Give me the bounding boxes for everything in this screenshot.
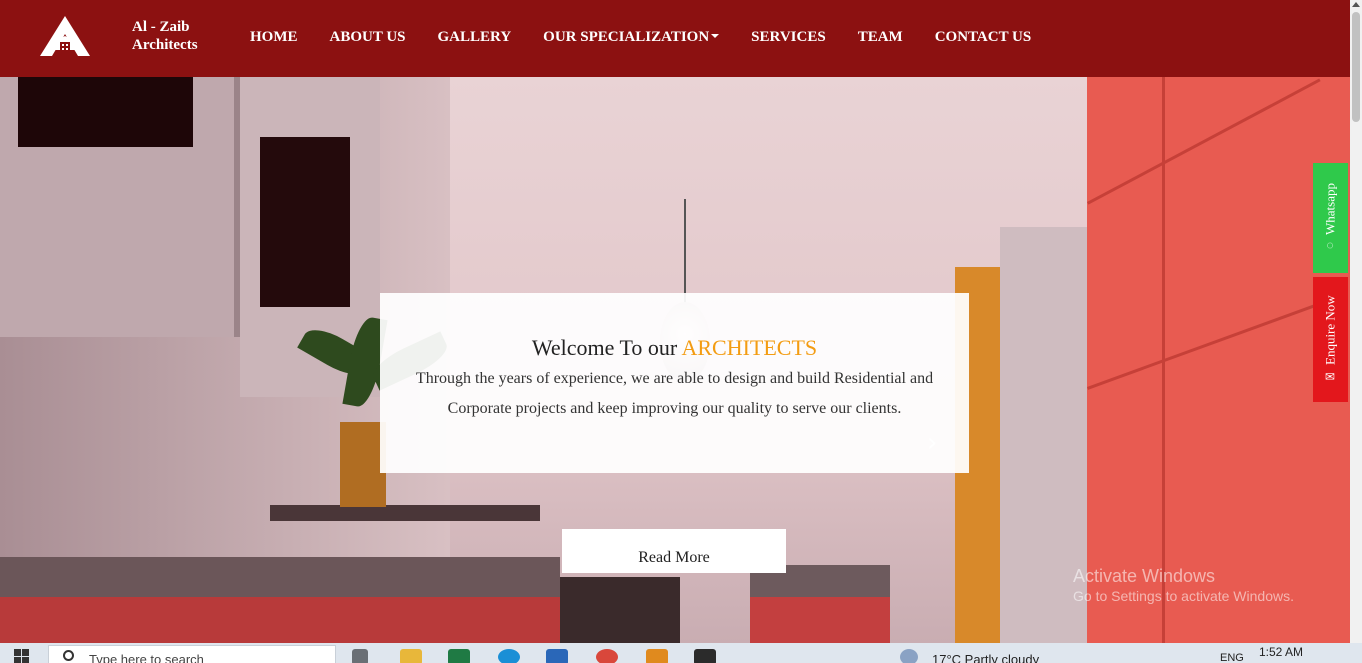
logo-icon[interactable] [36, 14, 94, 58]
nav-contact[interactable]: CONTACT US [935, 29, 1032, 46]
caret-down-icon [711, 33, 720, 38]
windows-start-icon[interactable] [14, 649, 30, 663]
brand-line-2: Architects [132, 37, 198, 53]
taskbar-clock[interactable]: 1:52 AM [1259, 645, 1303, 659]
search-icon [63, 650, 74, 661]
enquire-label: Enquire Now [1322, 295, 1338, 366]
scroll-thumb[interactable] [1352, 12, 1360, 122]
main-nav: HOME ABOUT US GALLERY OUR SPECIALIZATION… [250, 29, 1063, 46]
taskbar-search-placeholder: Type here to search [89, 652, 204, 663]
scroll-up-icon[interactable] [1352, 2, 1360, 7]
welcome-text: Through the years of experience, we are … [415, 370, 934, 417]
nav-specialization[interactable]: OUR SPECIALIZATION [543, 29, 720, 46]
task-view-icon[interactable] [352, 649, 368, 663]
welcome-title-prefix: Welcome To our [531, 335, 682, 360]
read-more-button[interactable]: Read More [562, 529, 786, 573]
watermark-line-1: Activate Windows [1073, 566, 1216, 586]
taskbar-search-box[interactable]: Type here to search [48, 645, 336, 663]
whatsapp-label: Whatsapp [1322, 183, 1338, 235]
page-scrollbar[interactable] [1350, 0, 1362, 643]
brand-line-1: Al - Zaib [132, 19, 190, 35]
chrome-icon[interactable] [596, 649, 618, 663]
whatsapp-icon: ◌ [1323, 239, 1337, 253]
nav-team[interactable]: TEAM [858, 29, 903, 46]
nav-services[interactable]: SERVICES [751, 29, 826, 46]
enquire-now-button[interactable]: ✉ Enquire Now [1313, 277, 1348, 402]
terminal-icon[interactable] [694, 649, 716, 663]
edge-icon[interactable] [498, 649, 520, 663]
excel-icon[interactable] [448, 649, 470, 663]
top-navbar: Al - Zaib Architects HOME ABOUT US GALLE… [0, 0, 1350, 77]
windows-taskbar: Type here to search 17°C Partly cloudy E… [0, 643, 1362, 663]
nav-home[interactable]: HOME [250, 29, 298, 46]
activate-windows-watermark: Activate Windows Go to Settings to activ… [1073, 566, 1294, 604]
file-explorer-icon[interactable] [400, 649, 422, 663]
welcome-title-accent: ARCHITECTS [681, 335, 818, 360]
weather-icon[interactable] [900, 649, 918, 663]
nav-specialization-label: OUR SPECIALIZATION [543, 29, 710, 45]
language-indicator[interactable]: ENG [1220, 652, 1244, 663]
whatsapp-button[interactable]: ◌ Whatsapp [1313, 163, 1348, 273]
mail-app-icon[interactable] [546, 649, 568, 663]
nav-gallery[interactable]: GALLERY [438, 29, 512, 46]
mail-icon: ✉ [1323, 369, 1337, 384]
welcome-title: Welcome To our ARCHITECTS [380, 335, 969, 361]
watermark-line-2: Go to Settings to activate Windows. [1073, 588, 1294, 604]
welcome-caption: Welcome To our ARCHITECTS Through the ye… [380, 293, 969, 473]
sublime-icon[interactable] [646, 649, 668, 663]
nav-about[interactable]: ABOUT US [330, 29, 406, 46]
chevron-right-icon[interactable]: › [927, 428, 937, 458]
brand-name[interactable]: Al - Zaib Architects [132, 18, 198, 54]
taskbar-weather[interactable]: 17°C Partly cloudy [932, 652, 1039, 663]
